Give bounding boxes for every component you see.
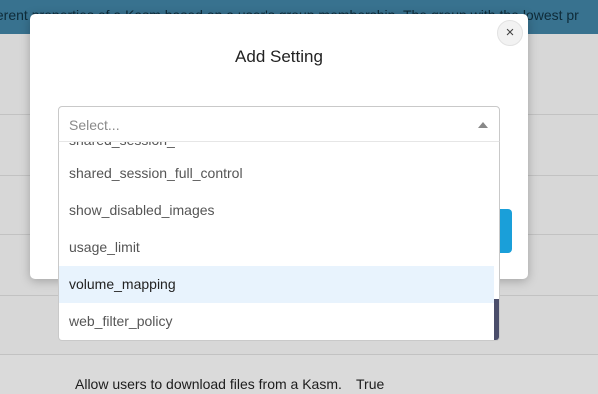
dialog-title: Add Setting xyxy=(235,47,323,66)
select-option[interactable]: web_filter_policy xyxy=(59,303,495,340)
select-option[interactable]: usage_limit xyxy=(59,229,495,266)
select-option-focused[interactable]: volume_mapping xyxy=(59,266,495,303)
caret-up-icon[interactable] xyxy=(478,122,488,128)
select-option[interactable]: shared_session_full_control xyxy=(59,155,495,192)
close-button[interactable]: × xyxy=(497,20,523,46)
select-menu[interactable]: shared_session_ shared_session_full_cont… xyxy=(58,141,500,341)
setting-select[interactable]: Select... xyxy=(58,106,500,142)
menu-scrollbar-track[interactable] xyxy=(494,142,499,340)
select-placeholder: Select... xyxy=(69,117,120,133)
menu-scrollbar-thumb[interactable] xyxy=(494,299,499,340)
select-option[interactable]: show_disabled_images xyxy=(59,192,495,229)
